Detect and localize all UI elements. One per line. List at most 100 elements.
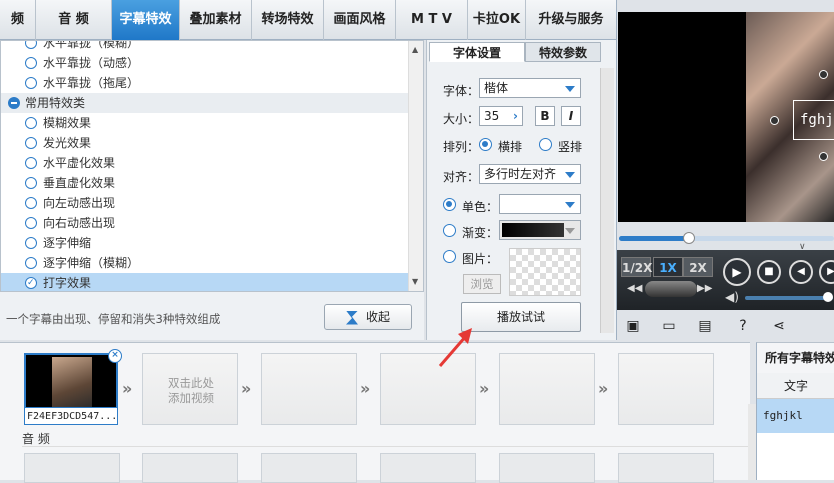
list-category[interactable]: 常用特效类 xyxy=(1,93,408,113)
align-label: 对齐： xyxy=(443,170,480,184)
resize-handle[interactable] xyxy=(770,116,779,125)
layout-horizontal-label: 横排 xyxy=(498,140,523,154)
gradient-picker[interactable] xyxy=(499,220,581,240)
audio-slot[interactable] xyxy=(24,453,120,483)
play-icon[interactable]: ▶ xyxy=(723,258,751,286)
close-icon[interactable]: × xyxy=(108,349,122,363)
radio-icon xyxy=(25,157,37,169)
list-item[interactable]: 向右动感出现 xyxy=(1,213,408,233)
solid-color-label: 单色： xyxy=(462,200,499,214)
audio-slot[interactable] xyxy=(380,453,476,483)
list-item-selected[interactable]: 打字效果 xyxy=(1,273,408,291)
radio-icon xyxy=(25,77,37,89)
tab-style[interactable]: 画面风格 xyxy=(324,0,396,40)
tab-font-settings[interactable]: 字体设置 xyxy=(429,42,525,62)
tab-subtitle-effects[interactable]: 字幕特效 xyxy=(112,0,180,40)
list-item[interactable]: 向左动感出现 xyxy=(1,193,408,213)
image-radio[interactable] xyxy=(443,250,456,263)
radio-icon xyxy=(25,57,37,69)
solid-color-radio[interactable] xyxy=(443,198,456,211)
playback-progress[interactable] xyxy=(619,232,834,244)
audio-slot[interactable] xyxy=(261,453,357,483)
tab-overlay[interactable]: 叠加素材 xyxy=(180,0,252,40)
audio-slot[interactable] xyxy=(142,453,238,483)
audio-slot[interactable] xyxy=(499,453,595,483)
layout-horizontal-radio[interactable] xyxy=(479,138,492,151)
speed-half-button[interactable]: 1/2X xyxy=(621,257,652,277)
list-item[interactable]: 水平靠拢（模糊） xyxy=(1,41,408,53)
subtitle-panel-title: 所有字幕特效 xyxy=(757,343,834,373)
layout-vertical-radio[interactable] xyxy=(539,138,552,151)
size-stepper[interactable]: 35 › xyxy=(479,106,523,126)
chevron-right-icon: › xyxy=(513,109,518,123)
progress-knob[interactable] xyxy=(683,232,695,244)
list-item[interactable]: 逐字伸缩 xyxy=(1,233,408,253)
empty-clip-slot[interactable] xyxy=(499,353,595,425)
font-label: 字体： xyxy=(443,84,480,98)
volume-knob[interactable] xyxy=(823,292,833,302)
tab-effect-params[interactable]: 特效参数 xyxy=(525,42,601,62)
subtitle-text-box[interactable]: fghj xyxy=(793,100,834,140)
empty-clip-slot[interactable] xyxy=(618,353,714,425)
chevron-right-icon: » xyxy=(241,379,252,398)
list-scrollbar[interactable]: ▲ ▼ xyxy=(408,41,423,291)
scroll-down-icon[interactable]: ▼ xyxy=(412,277,418,286)
volume-icon[interactable]: ◀) xyxy=(725,290,739,304)
collapse-minus-icon[interactable] xyxy=(8,97,20,109)
new-icon[interactable]: ▣ xyxy=(623,316,643,336)
radio-icon xyxy=(25,257,37,269)
subtitle-row[interactable]: fghjkl xyxy=(757,399,834,433)
chevron-right-icon: » xyxy=(122,379,133,398)
fast-forward-icon[interactable]: ▶▶ xyxy=(697,283,712,294)
column-header-text[interactable]: 文字 xyxy=(757,373,834,399)
radio-icon xyxy=(25,217,37,229)
size-label: 大小： xyxy=(443,112,480,126)
play-test-button[interactable]: 播放试试 xyxy=(461,302,581,332)
help-icon[interactable]: ? xyxy=(733,316,753,336)
tab-upgrade[interactable]: 升级与服务 xyxy=(526,0,616,40)
volume-slider[interactable] xyxy=(745,292,833,302)
prev-frame-icon[interactable]: ◀ xyxy=(789,260,813,284)
scroll-up-icon[interactable]: ▲ xyxy=(412,45,418,54)
solid-color-picker[interactable] xyxy=(499,194,581,214)
radio-icon xyxy=(25,237,37,249)
audio-track-label: 音 频 xyxy=(22,431,750,447)
italic-button[interactable]: I xyxy=(561,106,581,126)
radio-icon xyxy=(25,137,37,149)
list-item[interactable]: 水平靠拢（动感） xyxy=(1,53,408,73)
settings-scrollbar[interactable] xyxy=(600,68,614,333)
tab-audio[interactable]: 音 频 xyxy=(36,0,112,40)
list-item[interactable]: 模糊效果 xyxy=(1,113,408,133)
share-icon[interactable]: ⋖ xyxy=(769,316,789,336)
font-select[interactable]: 楷体 xyxy=(479,78,581,98)
align-select[interactable]: 多行时左对齐 xyxy=(479,164,581,184)
tab-transition[interactable]: 转场特效 xyxy=(252,0,324,40)
speed-double-button[interactable]: 2X xyxy=(683,257,713,277)
browse-button[interactable]: 浏览 xyxy=(463,274,501,294)
resize-handle[interactable] xyxy=(819,152,828,161)
stop-icon[interactable]: ■ xyxy=(757,260,781,284)
empty-clip-slot[interactable] xyxy=(261,353,357,425)
save-icon[interactable]: ▤ xyxy=(695,316,715,336)
next-frame-icon[interactable]: ▶ xyxy=(819,260,834,284)
jog-wheel[interactable] xyxy=(645,281,697,297)
tab-video[interactable]: 频 xyxy=(0,0,36,40)
empty-clip-slot[interactable]: 双击此处 添加视频 xyxy=(142,353,238,425)
speed-normal-button[interactable]: 1X xyxy=(653,257,683,277)
rewind-icon[interactable]: ◀◀ xyxy=(627,283,642,294)
folder-icon[interactable]: ▭ xyxy=(659,316,679,336)
gradient-radio[interactable] xyxy=(443,224,456,237)
resize-handle[interactable] xyxy=(819,70,828,79)
list-item[interactable]: 发光效果 xyxy=(1,133,408,153)
video-preview[interactable]: fghj xyxy=(618,12,834,222)
list-item[interactable]: 逐字伸缩（模糊） xyxy=(1,253,408,273)
tab-mtv[interactable]: M T V xyxy=(396,0,468,40)
bold-button[interactable]: B xyxy=(535,106,555,126)
list-item[interactable]: 水平靠拢（拖尾） xyxy=(1,73,408,93)
tab-karaoke[interactable]: 卡拉OK xyxy=(468,0,526,40)
timeline-scrollbar[interactable] xyxy=(748,404,756,480)
list-item[interactable]: 水平虚化效果 xyxy=(1,153,408,173)
audio-slot[interactable] xyxy=(618,453,714,483)
collapse-button[interactable]: 收起 xyxy=(324,304,412,330)
list-item[interactable]: 垂直虚化效果 xyxy=(1,173,408,193)
